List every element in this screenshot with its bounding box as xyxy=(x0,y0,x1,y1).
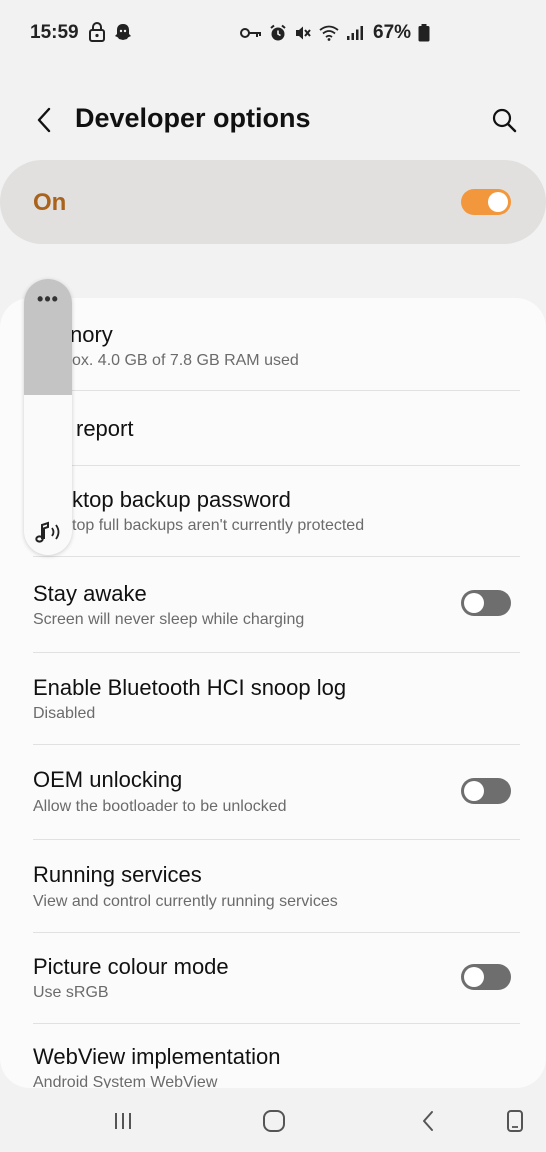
volume-more-options-icon[interactable]: ••• xyxy=(24,289,72,310)
mute-icon xyxy=(296,26,311,40)
music-note-icon[interactable] xyxy=(32,519,64,545)
toggle-knob xyxy=(464,967,484,987)
setting-memory[interactable]: nory ox. 4.0 GB of 7.8 GB RAM used xyxy=(0,298,546,390)
setting-desktop-backup-password[interactable]: ktop backup password top full backups ar… xyxy=(0,466,546,556)
setting-subtitle: top full backups aren't currently protec… xyxy=(72,517,365,534)
wifi-icon xyxy=(319,25,339,41)
status-left-icons xyxy=(88,22,132,42)
setting-subtitle: Screen will never sleep while charging xyxy=(33,611,305,628)
setting-title: nory xyxy=(70,322,113,347)
setting-bluetooth-hci-snoop-log[interactable]: Enable Bluetooth HCI snoop log Disabled xyxy=(0,653,546,744)
settings-list: nory ox. 4.0 GB of 7.8 GB RAM used repor… xyxy=(0,298,546,1088)
developer-options-master-switch[interactable]: On xyxy=(0,160,546,244)
battery-icon xyxy=(418,24,430,42)
back-button[interactable] xyxy=(26,102,62,138)
oem-unlocking-toggle[interactable] xyxy=(461,778,511,804)
setting-title: ktop backup password xyxy=(72,487,291,512)
setting-webview-implementation[interactable]: WebView implementation Android System We… xyxy=(0,1024,546,1088)
toggle-knob xyxy=(488,192,508,212)
status-right-icons: 67% xyxy=(240,22,430,44)
setting-stay-awake[interactable]: Stay awake Screen will never sleep while… xyxy=(0,557,546,652)
setting-title: Enable Bluetooth HCI snoop log xyxy=(33,675,347,700)
setting-running-services[interactable]: Running services View and control curren… xyxy=(0,840,546,932)
lock-icon xyxy=(89,22,105,42)
master-switch-label: On xyxy=(33,189,67,216)
picture-colour-mode-toggle[interactable] xyxy=(461,964,511,990)
master-toggle[interactable] xyxy=(461,189,511,215)
back-chevron-icon xyxy=(37,107,51,133)
nav-back-button[interactable] xyxy=(413,1106,443,1136)
setting-title: Stay awake xyxy=(33,581,147,606)
setting-title: report xyxy=(76,416,134,441)
setting-subtitle: Android System WebView xyxy=(33,1074,218,1088)
setting-subtitle: Disabled xyxy=(33,705,96,722)
recents-icon xyxy=(115,1113,131,1129)
rotate-icon xyxy=(507,1110,523,1132)
rotate-screen-button[interactable] xyxy=(500,1106,530,1136)
setting-subtitle: Allow the bootloader to be unlocked xyxy=(33,798,287,815)
setting-title: OEM unlocking xyxy=(33,767,183,792)
setting-subtitle: Use sRGB xyxy=(33,984,109,1001)
setting-picture-colour-mode[interactable]: Picture colour mode Use sRGB xyxy=(0,933,546,1023)
app-header: Developer options xyxy=(0,88,546,152)
navigation-bar xyxy=(0,1088,546,1152)
volume-panel[interactable]: ••• xyxy=(24,279,72,555)
setting-title: Running services xyxy=(33,862,202,887)
search-button[interactable] xyxy=(486,102,522,138)
battery-percent: 67% xyxy=(373,22,412,43)
vpn-key-icon xyxy=(240,28,261,38)
setting-oem-unlocking[interactable]: OEM unlocking Allow the bootloader to be… xyxy=(0,745,546,839)
setting-subtitle: View and control currently running servi… xyxy=(33,893,338,910)
status-bar: 15:59 67% xyxy=(0,0,546,64)
home-button[interactable] xyxy=(259,1106,289,1136)
setting-title: Picture colour mode xyxy=(33,954,229,979)
home-icon xyxy=(263,1110,285,1132)
setting-title: WebView implementation xyxy=(33,1044,281,1069)
snapchat-ghost-icon xyxy=(115,24,131,40)
back-icon xyxy=(423,1111,433,1131)
stay-awake-toggle[interactable] xyxy=(461,590,511,616)
setting-subtitle: ox. 4.0 GB of 7.8 GB RAM used xyxy=(72,352,299,369)
toggle-knob xyxy=(464,593,484,613)
recents-button[interactable] xyxy=(108,1106,138,1136)
search-icon xyxy=(492,108,517,133)
signal-icon xyxy=(347,26,363,40)
status-time: 15:59 xyxy=(30,22,79,43)
alarm-icon xyxy=(270,24,286,41)
page-title: Developer options xyxy=(75,103,311,133)
toggle-knob xyxy=(464,781,484,801)
setting-bug-report[interactable]: report xyxy=(0,391,546,465)
